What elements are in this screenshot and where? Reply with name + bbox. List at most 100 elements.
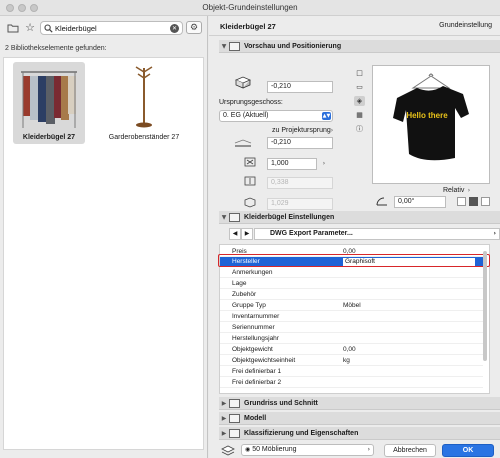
favorites-star-icon[interactable]: ☆ (24, 21, 36, 34)
chevron-right-icon: ▶ (221, 429, 227, 437)
previous-page-button[interactable]: ◀ (229, 228, 241, 240)
mirror-toggle-icon[interactable] (469, 197, 478, 206)
table-row[interactable]: Herstellungsjahr (220, 334, 483, 344)
section-title: Kleiderbügel Einstellungen (244, 213, 335, 221)
table-row[interactable]: Anmerkungen (220, 268, 483, 278)
object-title: Kleiderbügel 27 (220, 22, 276, 31)
plan-view-icon[interactable]: □ (354, 68, 365, 78)
scale-x-input[interactable]: 1,000 (267, 158, 317, 170)
results-list: Kleiderbügel 27 Garderobenständer 27 (3, 57, 204, 450)
section-view-icon[interactable]: ▦ (354, 110, 365, 120)
elevation-view-icon[interactable]: ▭ (354, 82, 365, 92)
project-origin-icon (234, 139, 252, 147)
scale-y-icon (244, 176, 256, 186)
story-select[interactable]: 0. EG (Aktuell) ▲▼ (219, 110, 333, 122)
table-row[interactable]: Frei definierbar 1 (220, 367, 483, 377)
object-preview: Hello there (372, 65, 490, 184)
parameter-navigation: ◀ ▶ DWG Export Parameter... › (219, 227, 500, 241)
cancel-button[interactable]: Abbrechen (384, 444, 436, 457)
library-panel: ☆ ✕ ⚙ 2 Bibliothekselemente gefunden: (0, 16, 208, 458)
layer-select[interactable]: ◉ 50 Möblierung › (241, 444, 374, 456)
result-item-kleiderbuegel[interactable]: Kleiderbügel 27 (13, 62, 85, 144)
search-field[interactable]: ✕ (40, 21, 183, 35)
eye-icon: ◉ (245, 446, 251, 453)
display-options-icon[interactable] (481, 197, 490, 206)
elevation-input[interactable]: -0,210 (267, 81, 333, 93)
table-row[interactable]: Lage (220, 279, 483, 289)
highlight-box (218, 254, 490, 267)
coat-stand-thumbnail (135, 66, 153, 128)
parameter-page-label: DWG Export Parameter... (270, 230, 353, 237)
chevron-updown-icon: ▲▼ (322, 112, 331, 120)
info-icon[interactable]: ⓘ (354, 124, 365, 134)
chevron-right-icon: › (493, 230, 496, 237)
section-title: Modell (244, 414, 267, 422)
section-title: Vorschau und Positionierung (244, 42, 342, 50)
params-section-icon (229, 212, 240, 222)
section-header-preview[interactable]: ▼ Vorschau und Positionierung (219, 40, 500, 53)
window-titlebar: Objekt-Grundeinstellungen (0, 0, 500, 16)
chevron-down-icon: ▼ (221, 42, 227, 50)
section-header-params[interactable]: ▼ Kleiderbügel Einstellungen (219, 211, 500, 224)
relative-elevation-input[interactable]: -0,210 (267, 137, 333, 149)
elevation-height-icon (234, 76, 252, 89)
result-item-label: Kleiderbügel 27 (22, 134, 76, 141)
tshirt-preview-image: Hello there (393, 73, 469, 161)
dialog-footer: ◉ 50 Möblierung › Abbrechen OK (209, 444, 500, 458)
results-count: 2 Bibliothekselemente gefunden: (5, 45, 107, 52)
table-row[interactable]: Gruppe Typ Möbel (220, 301, 483, 311)
rotation-angle-icon (376, 197, 387, 206)
settings-panel: Kleiderbügel 27 Grundeinstellung ▼ Vorsc… (209, 16, 500, 458)
scale-x-icon (244, 157, 256, 167)
relative-origin-label: zu Projektursprung (272, 127, 331, 134)
library-toolbar: ☆ ✕ ⚙ (0, 16, 208, 40)
chevron-right-icon[interactable]: › (465, 186, 473, 196)
story-label: Ursprungsgeschoss: (219, 99, 283, 106)
result-item-label: Garderobenständer 27 (108, 134, 180, 141)
chevron-right-icon: › (367, 446, 370, 453)
story-select-value: 0. EG (Aktuell) (223, 112, 269, 119)
ok-button[interactable]: OK (442, 444, 494, 457)
view-mode-label: Relativ (443, 187, 465, 194)
parameter-scrollbar[interactable] (482, 245, 488, 393)
chevron-right-icon: ▶ (221, 414, 227, 422)
result-item-garderobenstaender[interactable]: Garderobenständer 27 (108, 62, 180, 144)
scale-z-input: 1,029 (267, 198, 333, 210)
table-row[interactable]: Zubehör (220, 290, 483, 300)
mirror-checkbox[interactable] (457, 197, 466, 206)
table-row[interactable]: Frei definierbar 2 (220, 378, 483, 388)
floorplan-section-icon (229, 398, 240, 408)
table-row[interactable]: Seriennummer (220, 323, 483, 333)
angle-input[interactable]: 0,00° (394, 196, 446, 208)
chevron-right-icon: ▶ (221, 399, 227, 407)
classification-section-icon (229, 428, 240, 438)
scrollbar-thumb[interactable] (483, 251, 487, 361)
search-input[interactable] (55, 23, 165, 34)
parameter-page-select[interactable]: DWG Export Parameter... › (254, 228, 500, 240)
section-header-classification[interactable]: ▶ Klassifizierung und Eigenschaften (219, 427, 500, 440)
settings-mode-label: Grundeinstellung (439, 22, 492, 29)
settings-gear-icon[interactable]: ⚙ (186, 21, 202, 34)
search-icon (44, 24, 53, 33)
scale-y-input: 0,338 (267, 177, 333, 189)
settings-header: Kleiderbügel 27 Grundeinstellung (209, 16, 500, 36)
folder-icon[interactable] (7, 22, 19, 33)
layers-icon (221, 445, 235, 456)
clothes-rack-thumbnail (21, 71, 77, 128)
next-page-button[interactable]: ▶ (241, 228, 253, 240)
layer-select-value: 50 Möblierung (252, 446, 297, 453)
scale-z-icon (244, 197, 256, 208)
section-header-model[interactable]: ▶ Modell (219, 412, 500, 425)
section-header-floorplan[interactable]: ▶ Grundriss und Schnitt (219, 397, 500, 410)
table-row[interactable]: Objektgewicht 0,00 (220, 345, 483, 355)
chevron-down-icon: ▼ (221, 213, 227, 221)
shirt-print-text: Hello there (406, 111, 448, 120)
clear-search-icon[interactable]: ✕ (170, 24, 179, 33)
table-row[interactable]: Inventarnummer (220, 312, 483, 322)
3d-view-icon[interactable]: ◈ (354, 96, 365, 106)
chevron-right-icon[interactable]: › (328, 126, 336, 136)
section-title: Klassifizierung und Eigenschaften (244, 429, 359, 437)
table-row[interactable]: Objektgewichtseinheit kg (220, 356, 483, 366)
chevron-right-icon[interactable]: › (320, 159, 328, 169)
section-title: Grundriss und Schnitt (244, 399, 318, 407)
